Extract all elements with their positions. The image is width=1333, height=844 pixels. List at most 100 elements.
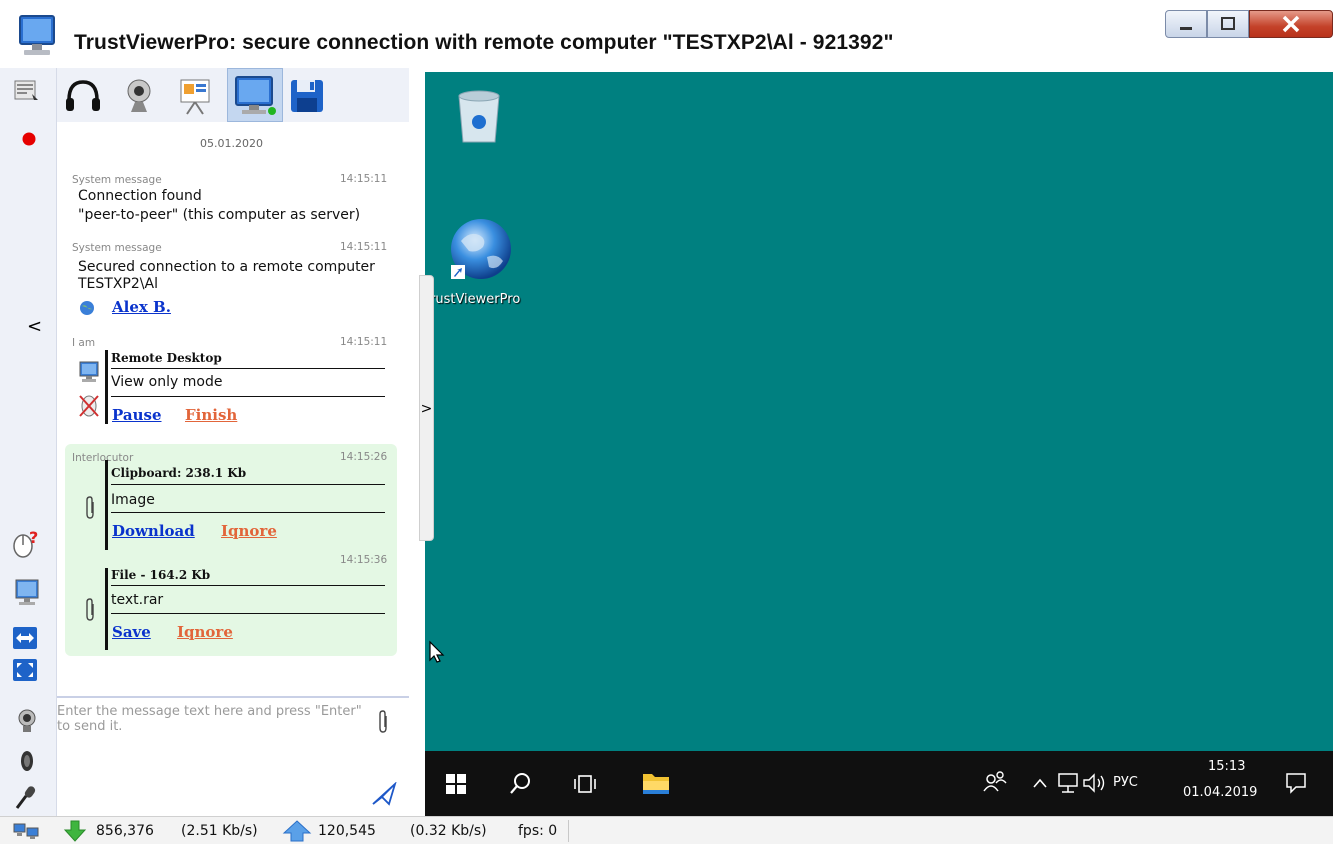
divider	[111, 613, 385, 614]
speaker-icon[interactable]	[16, 748, 38, 774]
block-value: Image	[111, 492, 155, 508]
presentation-icon[interactable]	[175, 76, 215, 116]
app-window: TrustViewerPro: secure connection with r…	[0, 0, 1333, 844]
divider	[111, 585, 385, 586]
remote-monitor-icon[interactable]	[14, 578, 42, 608]
taskbar-clock-date[interactable]: 01.04.2019	[1183, 785, 1257, 800]
message-sender: System message	[72, 174, 162, 186]
chevron-up-icon[interactable]	[1032, 777, 1048, 789]
status-bar: 856,376 (2.51 Kb/s) 120,545 (0.32 Kb/s) …	[0, 816, 1333, 844]
message-sender: I am	[72, 337, 96, 349]
record-icon[interactable]	[22, 132, 36, 146]
chat-panel-expand-handle[interactable]: >	[419, 275, 434, 541]
message-text: TESTXP2\Al	[78, 276, 158, 292]
message-text: Secured connection to a remote computer	[78, 259, 375, 275]
divider	[111, 396, 385, 397]
attach-file-icon[interactable]	[377, 710, 389, 734]
message-time: 14:15:36	[340, 554, 388, 566]
divider	[568, 820, 569, 842]
task-view-icon[interactable]	[573, 773, 597, 795]
message-sender: System message	[72, 242, 162, 254]
maximize-button[interactable]	[1207, 10, 1249, 38]
ignore-link[interactable]: Iqnore	[177, 623, 233, 641]
maximize-icon	[1221, 17, 1235, 30]
remote-desktop-view[interactable]: rustViewerPro	[425, 72, 1333, 751]
paperclip-icon	[86, 496, 94, 519]
upload-arrow-icon	[282, 820, 312, 842]
block-bar	[105, 568, 108, 650]
fullscreen-icon[interactable]	[12, 658, 38, 682]
fit-width-icon[interactable]	[12, 626, 38, 650]
taskbar-clock-time[interactable]: 15:13	[1208, 759, 1245, 774]
block-title: Remote Desktop	[111, 351, 222, 365]
download-arrow-icon	[63, 820, 87, 842]
people-icon[interactable]	[982, 769, 1008, 793]
window-title: TrustViewerPro: secure connection with r…	[74, 31, 894, 54]
search-icon[interactable]	[509, 772, 531, 796]
fps-counter: fps: 0	[518, 823, 558, 839]
chat-toolbar	[57, 68, 409, 122]
close-button[interactable]	[1249, 10, 1333, 38]
download-bytes: 856,376	[96, 823, 154, 839]
block-value: text.rar	[111, 592, 164, 608]
network-icon[interactable]	[1056, 772, 1080, 794]
headset-icon[interactable]	[63, 76, 103, 116]
message-sender: Interlocutor	[72, 452, 134, 464]
pause-link[interactable]: Pause	[112, 406, 162, 424]
chat-date: 05.01.2020	[200, 137, 263, 150]
save-link[interactable]: Save	[112, 623, 151, 641]
desktop-shortcut-label[interactable]: rustViewerPro	[430, 292, 520, 307]
block-bar	[105, 350, 108, 424]
save-disk-icon[interactable]	[287, 76, 327, 116]
language-indicator[interactable]: РУС	[1113, 775, 1138, 790]
block-bar	[105, 460, 108, 550]
mouse-help-icon[interactable]: ?	[12, 528, 40, 558]
mouse-cursor-icon	[429, 640, 445, 663]
title-bar: TrustViewerPro: secure connection with r…	[0, 0, 1333, 68]
message-input-area	[57, 696, 409, 816]
minimize-button[interactable]	[1165, 10, 1207, 38]
monitor-app-icon	[19, 15, 55, 55]
windows-start-icon[interactable]	[446, 774, 466, 794]
message-time: 14:15:11	[340, 173, 388, 185]
message-text: Connection found	[78, 188, 202, 204]
divider	[111, 484, 385, 485]
message-time: 14:15:11	[340, 241, 388, 253]
left-tool-strip: < ?	[0, 68, 57, 816]
ignore-link[interactable]: Iqnore	[221, 522, 277, 540]
chat-panel: 05.01.2020 System message 14:15:11 Conne…	[57, 122, 409, 696]
file-explorer-icon[interactable]	[641, 770, 671, 796]
download-link[interactable]: Download	[112, 522, 195, 540]
message-input[interactable]	[57, 704, 377, 764]
microphone-icon[interactable]	[14, 784, 38, 810]
send-icon[interactable]	[371, 782, 397, 806]
screen-list-icon[interactable]	[14, 80, 40, 104]
remote-desktop-tab[interactable]	[227, 68, 283, 122]
close-icon	[1282, 15, 1300, 33]
block-title: Clipboard: 238.1 Kb	[111, 466, 247, 480]
trustviewer-globe-icon[interactable]	[447, 217, 513, 283]
user-link[interactable]: Alex B.	[112, 298, 171, 316]
webcam-icon[interactable]	[119, 76, 159, 116]
upload-bytes: 120,545	[318, 823, 376, 839]
message-time: 14:15:26	[340, 451, 388, 463]
divider	[111, 512, 385, 513]
recycle-bin-icon[interactable]	[451, 84, 507, 146]
remote-screen-icon	[235, 76, 276, 115]
divider	[111, 368, 385, 369]
webcam-icon[interactable]	[14, 708, 40, 734]
remote-taskbar: РУС 15:13 01.04.2019	[425, 751, 1333, 816]
remote-monitor-icon	[79, 361, 99, 382]
volume-icon[interactable]	[1082, 772, 1108, 794]
download-rate: (2.51 Kb/s)	[181, 823, 258, 839]
upload-rate: (0.32 Kb/s)	[410, 823, 487, 839]
message-text: "peer-to-peer" (this computer as server)	[78, 207, 361, 223]
collapse-sidebar-button[interactable]: <	[27, 316, 42, 337]
mouse-disabled-icon	[79, 395, 99, 417]
block-title: File - 164.2 Kb	[111, 568, 211, 582]
network-computers-icon	[13, 823, 39, 839]
finish-link[interactable]: Finish	[185, 406, 237, 424]
block-value: View only mode	[111, 374, 223, 390]
globe-icon	[80, 301, 94, 315]
notification-icon[interactable]	[1284, 771, 1308, 795]
